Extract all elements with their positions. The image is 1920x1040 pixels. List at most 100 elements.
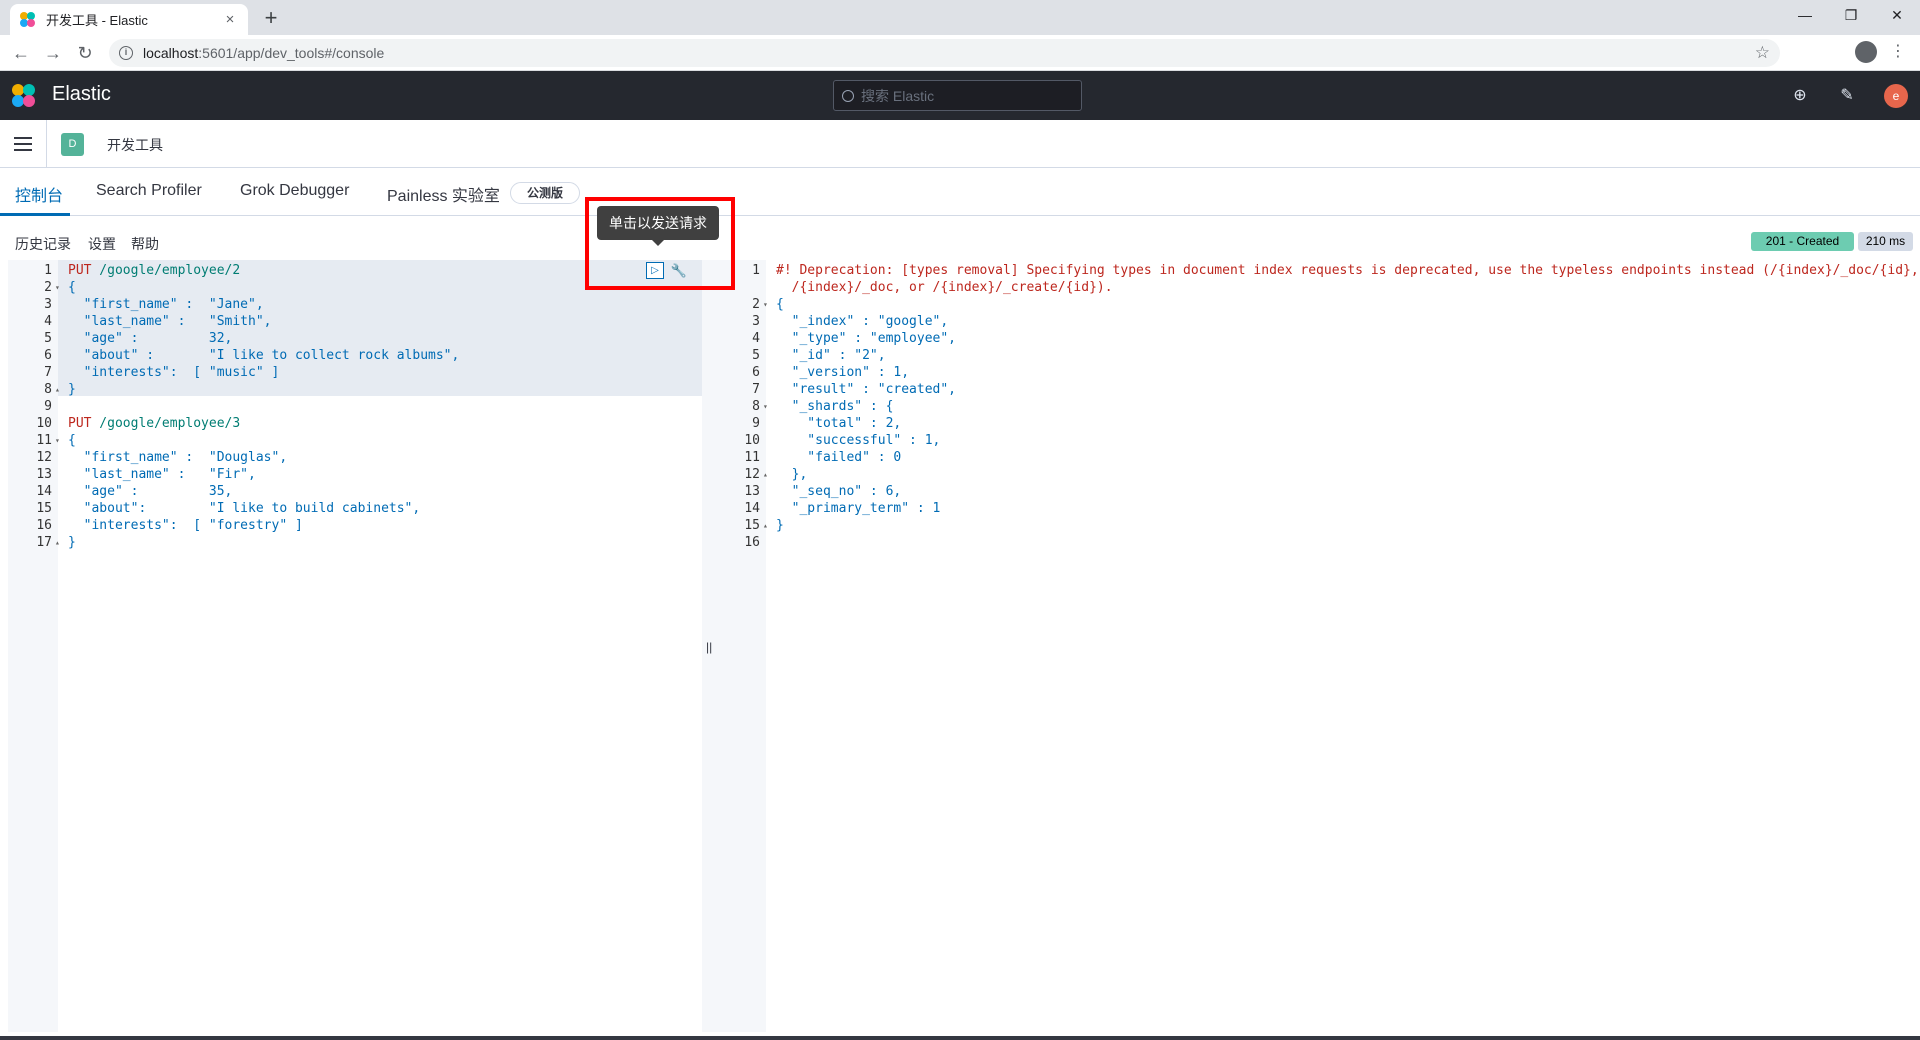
request-editor[interactable]: 1 PUT /google/employee/2 2 ▾{3 "first_name"…: [8, 260, 708, 1032]
line-number: 6: [44, 348, 52, 363]
line-number: 16: [36, 518, 52, 533]
code-line: PUT /google/employee/2: [68, 262, 240, 279]
fold-toggle-icon[interactable]: ▴: [55, 381, 60, 398]
browser-tab-title: 开发工具 - Elastic: [46, 13, 148, 28]
tab-grok-debugger[interactable]: Grok Debugger: [240, 182, 349, 200]
line-number: 12: [744, 467, 760, 482]
code-line: "last_name" : "Smith",: [68, 314, 272, 329]
bookmark-star-icon[interactable]: ☆: [1755, 43, 1770, 63]
tab-painless-lab[interactable]: Painless 实验室: [387, 182, 500, 206]
taskbar-edge: [0, 1036, 1920, 1040]
line-number: 10: [744, 433, 760, 448]
close-window-button[interactable]: ✕: [1874, 0, 1920, 30]
fold-toggle-icon[interactable]: ▾: [763, 398, 768, 415]
search-placeholder: 搜索 Elastic: [861, 87, 935, 104]
line-number: 8: [44, 382, 52, 397]
timing-badge: 210 ms: [1858, 232, 1913, 251]
user-avatar[interactable]: e: [1884, 84, 1908, 108]
status-badge: 201 - Created: [1751, 232, 1854, 251]
pane-resizer[interactable]: ||: [702, 260, 716, 1032]
search-icon: [842, 89, 854, 102]
fold-toggle-icon[interactable]: ▴: [55, 534, 60, 551]
code-line: "_shards" : {: [776, 399, 894, 414]
code-line: }: [68, 382, 76, 397]
new-tab-button[interactable]: +: [258, 5, 284, 31]
breadcrumb-bar: D 开发工具: [0, 120, 1920, 168]
help-icon[interactable]: ⊕: [1789, 85, 1811, 107]
line-number: 5: [44, 331, 52, 346]
code-line: "interests": [ "forestry" ]: [68, 518, 303, 533]
code-line: PUT /google/employee/3: [68, 415, 240, 432]
line-number: 3: [752, 314, 760, 329]
line-number: 5: [752, 348, 760, 363]
back-button[interactable]: ←: [10, 42, 32, 64]
code-line: "total" : 2,: [776, 416, 902, 431]
fold-toggle-icon[interactable]: ▴: [763, 466, 768, 483]
tab-close-icon[interactable]: ×: [222, 11, 238, 28]
code-line: }: [776, 518, 784, 533]
space-avatar[interactable]: D: [61, 133, 84, 156]
line-number: 7: [44, 365, 52, 380]
code-line: "_version" : 1,: [776, 365, 910, 380]
resizer-grip: ||: [706, 640, 713, 654]
code-line: "age" : 35,: [68, 484, 233, 499]
url-text: localhost:5601/app/dev_tools#/console: [143, 45, 385, 61]
settings-link[interactable]: 设置: [88, 234, 116, 254]
address-bar-row: ← → ↻ i localhost:5601/app/dev_tools#/co…: [0, 35, 1920, 71]
request-path: /google/employee/2: [91, 263, 241, 278]
browser-tab[interactable]: 开发工具 - Elastic ×: [10, 4, 248, 35]
code-line: {: [68, 433, 76, 448]
line-number: 14: [36, 484, 52, 499]
elastic-favicon-icon: [20, 11, 36, 28]
elastic-logo-icon[interactable]: [12, 84, 36, 108]
line-number: 12: [36, 450, 52, 465]
address-bar[interactable]: i localhost:5601/app/dev_tools#/console …: [109, 39, 1780, 67]
fold-toggle-icon[interactable]: ▴: [763, 517, 768, 534]
code-line: "_index" : "google",: [776, 314, 949, 329]
line-number: 7: [752, 382, 760, 397]
line-number: 4: [44, 314, 52, 329]
code-line: "failed" : 0: [776, 450, 902, 465]
code-line: /{index}/_doc, or /{index}/_create/{id})…: [776, 280, 1113, 295]
minimize-button[interactable]: —: [1782, 0, 1828, 30]
code-line: "result" : "created",: [776, 382, 957, 397]
browser-tabstrip: 开发工具 - Elastic × + — ❐ ✕: [0, 0, 1920, 35]
news-feed-icon[interactable]: ✎: [1836, 85, 1858, 107]
tab-search-profiler[interactable]: Search Profiler: [96, 182, 202, 200]
code-line: "_id" : "2",: [776, 348, 886, 363]
global-search-input[interactable]: 搜索 Elastic: [833, 80, 1082, 111]
browser-menu-icon[interactable]: ⋮: [1890, 41, 1906, 61]
history-link[interactable]: 历史记录: [15, 234, 71, 254]
code-line: "first_name" : "Douglas",: [68, 450, 288, 465]
code-line: "successful" : 1,: [776, 433, 941, 448]
forward-button[interactable]: →: [42, 42, 64, 64]
line-number: 17: [36, 535, 52, 550]
line-number: 6: [752, 365, 760, 380]
line-number: 11: [744, 450, 760, 465]
tab-console[interactable]: 控制台: [15, 182, 63, 206]
menu-toggle-icon[interactable]: [14, 137, 32, 151]
code-line: "interests": [ "music" ]: [68, 365, 280, 380]
response-editor[interactable]: 1 #! Deprecation: [types removal] Specify…: [716, 260, 1920, 1032]
profile-icon[interactable]: [1855, 41, 1877, 63]
site-info-icon[interactable]: i: [119, 46, 133, 60]
code-line: {: [68, 280, 76, 295]
divider: [46, 120, 47, 168]
restore-button[interactable]: ❐: [1828, 0, 1874, 30]
fold-toggle-icon[interactable]: ▾: [55, 279, 60, 296]
line-number: 11: [36, 433, 52, 448]
help-link[interactable]: 帮助: [131, 234, 159, 254]
line-number: 1: [44, 263, 52, 278]
beta-badge: 公测版: [510, 182, 580, 204]
reload-button[interactable]: ↻: [74, 42, 96, 64]
kibana-header: Elastic 搜索 Elastic ⊕ ✎ e: [0, 71, 1920, 120]
code-line: "first_name" : "Jane",: [68, 297, 264, 312]
line-number: 14: [744, 501, 760, 516]
http-method: PUT: [68, 263, 92, 278]
brand-name[interactable]: Elastic: [52, 83, 111, 106]
devtools-tabs: 控制台 Search Profiler Grok Debugger Painle…: [0, 168, 1920, 216]
fold-toggle-icon[interactable]: ▾: [763, 296, 768, 313]
code-line: "last_name" : "Fir",: [68, 467, 256, 482]
fold-toggle-icon[interactable]: ▾: [55, 432, 60, 449]
code-line: },: [776, 467, 808, 482]
